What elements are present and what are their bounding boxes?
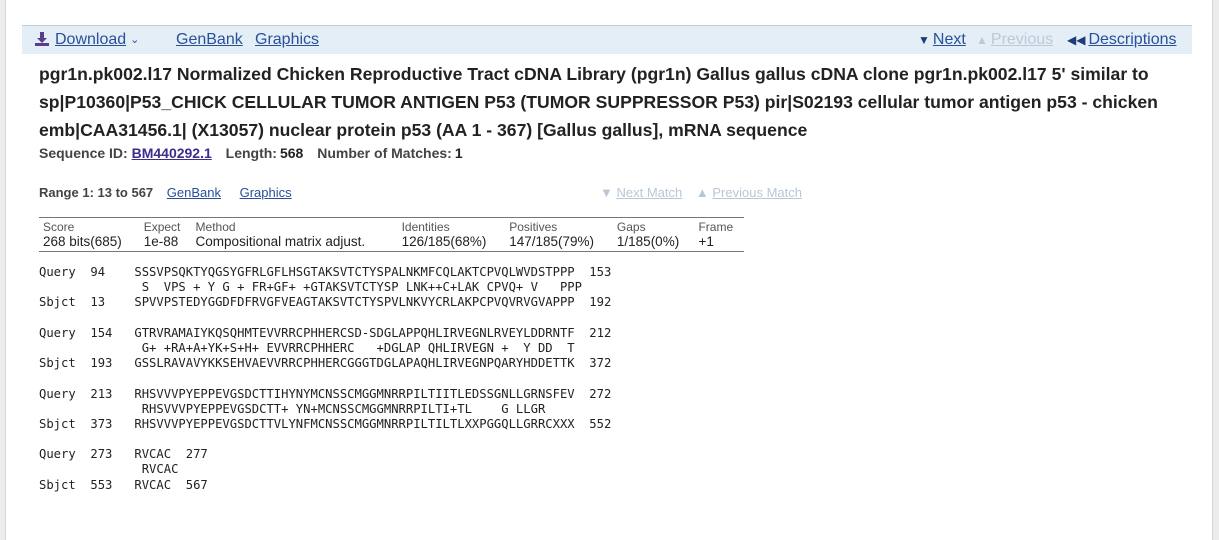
download-link[interactable]: Download [55, 26, 126, 54]
frame-value: +1 [698, 234, 714, 249]
length-value: 568 [279, 145, 304, 161]
sequence-info: Sequence ID: BM440292.1 Length: 568 Numbe… [39, 145, 463, 161]
result-toolbar: Download ⌄ GenBank Graphics ▼ Next ▲ Pre… [22, 25, 1192, 54]
triangle-up-icon: ▲ [695, 185, 709, 200]
subject-line: Sbjct 373 RHSVVVPYEPPEVGSDCTTVLYNFMCNSSC… [39, 416, 612, 431]
triangle-down-icon: ▼ [918, 33, 930, 47]
range-graphics-link[interactable]: Graphics [240, 185, 292, 200]
stats-header-row: Score Expect Method Identities Positives… [39, 218, 744, 234]
positives-header: Positives [509, 220, 558, 234]
query-line: Query 213 RHSVVVPYEPPEVGSDCTTIHYNYMCNSSC… [39, 386, 612, 401]
score-value: 268 bits(685) [43, 234, 122, 249]
previous-nav: ▲ Previous [976, 26, 1053, 54]
sequence-id-label: Sequence ID: [39, 145, 128, 161]
next-match-link: Next Match [616, 185, 683, 200]
match-line: G+ +RA+A+YK+S+H+ EVVRRCPHHERC +DGLAP QHL… [39, 340, 575, 355]
range-header: Range 1: 13 to 567 GenBank Graphics [39, 185, 292, 200]
matches-label: Number of Matches: [317, 145, 452, 161]
query-line: Query 273 RVCAC 277 [39, 447, 208, 462]
matches-value: 1 [454, 145, 463, 161]
download-menu[interactable]: Download ⌄ [35, 26, 139, 54]
genbank-link[interactable]: GenBank [176, 26, 243, 54]
query-line: Query 94 SSSVPSQKTYQGSYGFRLGFLHSGTAKSVTC… [39, 265, 612, 279]
match-line: RVCAC [39, 462, 179, 477]
gaps-header: Gaps [616, 220, 646, 234]
length-label: Length: [225, 145, 277, 161]
sequence-title: pgr1n.pk002.l17 Normalized Chicken Repro… [39, 64, 1158, 140]
range-label: Range 1: 13 to 567 [39, 185, 154, 200]
sequence-id-link[interactable]: BM440292.1 [132, 145, 212, 161]
descriptions-link[interactable]: Descriptions [1088, 26, 1176, 54]
graphics-link[interactable]: Graphics [255, 26, 319, 54]
stats-table: Score Expect Method Identities Positives… [39, 218, 744, 251]
next-link[interactable]: Next [933, 26, 966, 54]
next-nav[interactable]: ▼ Next [918, 26, 966, 54]
sequence-alignment: Query 94 SSSVPSQKTYQGSYGFRLGFLHSGTAKSVTC… [39, 265, 611, 508]
previous-match-link: Previous Match [712, 185, 802, 200]
score-header: Score [43, 220, 75, 234]
previous-link: Previous [990, 31, 1054, 48]
descriptions-nav[interactable]: ◀◀ Descriptions [1067, 26, 1177, 54]
triangle-up-icon: ▲ [976, 33, 988, 47]
subject-line: Sbjct 553 RVCAC 567 [39, 477, 208, 492]
chevron-down-icon[interactable]: ⌄ [130, 26, 139, 54]
match-line: S VPS + Y G + FR+GF+ +GTAKSVTCTYSP LNK++… [39, 280, 582, 295]
match-line: RHSVVVPYEPPEVGSDCTT+ YN+MCNSSCMGGMNRRPIL… [39, 401, 546, 416]
alignment-block: Query 94 SSSVPSQKTYQGSYGFRLGFLHSGTAKSVTC… [39, 265, 611, 311]
triangle-down-icon: ▼ [600, 185, 613, 200]
alignment-block: Query 154 GTRVRAMAIYKQSQHMTEVVRRCPHHERCS… [39, 326, 611, 372]
expect-value: 1e-88 [143, 234, 179, 249]
expect-header: Expect [143, 220, 181, 234]
stats-value-row: 268 bits(685) 1e-88 Compositional matrix… [39, 234, 744, 251]
frame-header: Frame [698, 220, 734, 234]
identities-header: Identities [401, 220, 450, 234]
gaps-value: 1/185(0%) [616, 234, 680, 249]
alignment-stats: Score Expect Method Identities Positives… [39, 217, 744, 252]
range-genbank-link[interactable]: GenBank [167, 185, 221, 200]
identities-value: 126/185(68%) [401, 234, 487, 249]
positives-value: 147/185(79%) [509, 234, 595, 249]
download-icon [35, 32, 49, 46]
alignment-block: Query 213 RHSVVVPYEPPEVGSDCTTIHYNYMCNSSC… [39, 387, 611, 433]
subject-line: Sbjct 13 SPVVPSTEDYGGDFDFRVGFVEAGTAKSVTC… [39, 295, 612, 310]
alignment-block: Query 273 RVCAC 277 RVCAC Sbjct 553 RVCA… [39, 447, 611, 493]
method-value: Compositional matrix adjust. [195, 234, 366, 249]
match-navigation: ▼ Next Match ▲ Previous Match [600, 185, 802, 200]
back-arrow-icon: ◀◀ [1067, 33, 1086, 47]
method-header: Method [195, 220, 236, 234]
subject-line: Sbjct 193 GSSLRAVAVYKKSEHVAEVVRRCPHHERCG… [39, 356, 612, 371]
query-line: Query 154 GTRVRAMAIYKQSQHMTEVVRRCPHHERCS… [39, 325, 612, 340]
